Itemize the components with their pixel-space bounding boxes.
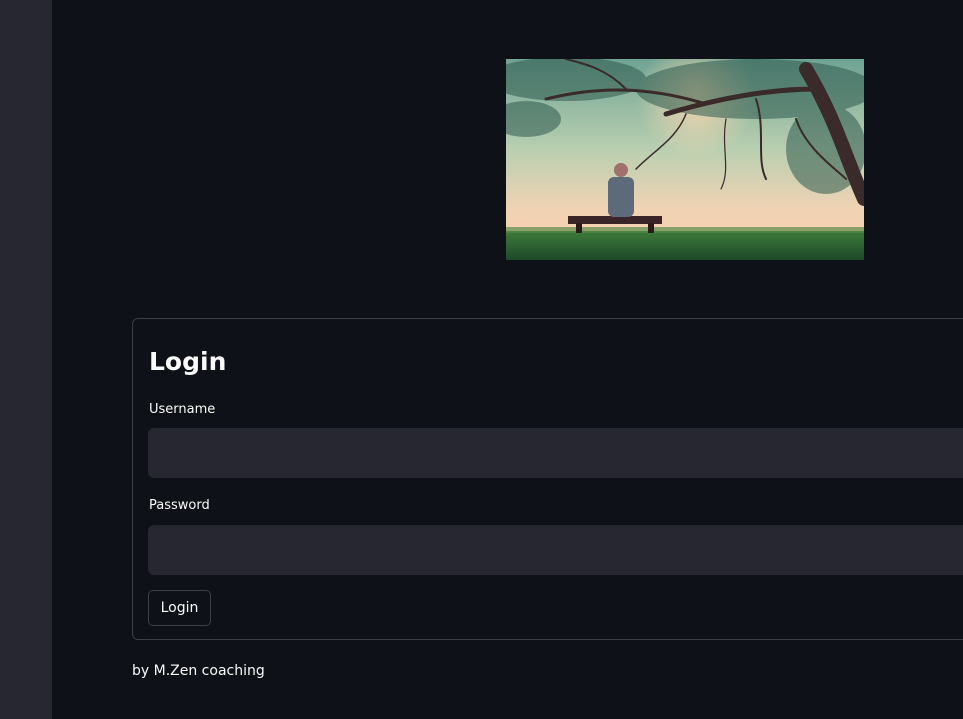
login-button[interactable]: Login [148, 590, 211, 626]
username-label: Username [149, 402, 216, 417]
main-content: Login Username Password Login by M.Zen c… [52, 0, 963, 719]
photo-tree-bench-icon [506, 59, 864, 260]
form-title: Login [149, 347, 227, 376]
username-input[interactable] [148, 428, 963, 478]
collapsed-sidebar [0, 0, 52, 719]
login-form: Login Username Password Login [132, 318, 963, 640]
footer-credit: by M.Zen coaching [132, 663, 265, 679]
hero-image [506, 59, 864, 260]
password-label: Password [149, 498, 210, 513]
password-input[interactable] [148, 525, 963, 575]
